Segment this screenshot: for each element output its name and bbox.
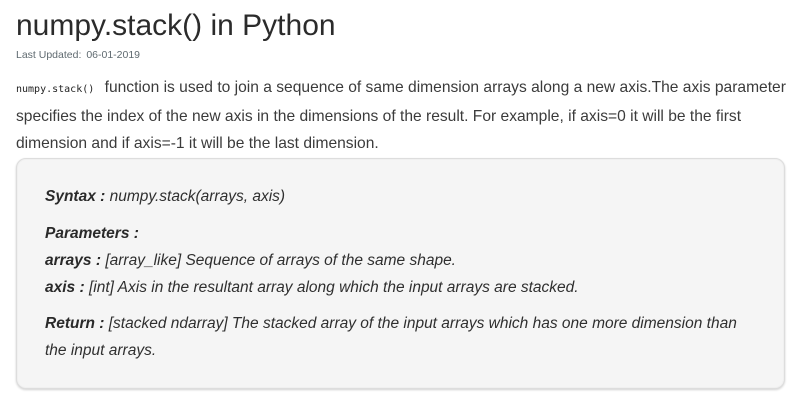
syntax-label: Syntax : xyxy=(45,188,106,205)
intro-text: function is used to join a sequence of s… xyxy=(16,79,786,152)
return-description: [stacked ndarray] The stacked array of t… xyxy=(45,315,737,359)
syntax-box: Syntax : numpy.stack(arrays, axis) Param… xyxy=(16,158,785,389)
parameter-arrays-description: [array_like] Sequence of arrays of the s… xyxy=(105,252,456,269)
syntax-line: Syntax : numpy.stack(arrays, axis) xyxy=(45,183,757,210)
page-title: numpy.stack() in Python xyxy=(16,9,336,42)
syntax-value: numpy.stack(arrays, axis) xyxy=(109,188,286,205)
parameters-label: Parameters : xyxy=(45,225,139,242)
article-page: numpy.stack() in Python Last Updated: 06… xyxy=(0,0,809,415)
parameters-heading: Parameters : xyxy=(45,220,757,247)
inline-code-function: numpy.stack() xyxy=(16,84,95,95)
last-updated-date: 06-01-2019 xyxy=(86,49,141,61)
last-updated-label: Last Updated: xyxy=(16,49,82,61)
return-line: Return : [stacked ndarray] The stacked a… xyxy=(45,310,759,364)
last-updated: Last Updated: 06-01-2019 xyxy=(16,49,793,62)
article-intro: numpy.stack() function is used to join a… xyxy=(16,74,792,157)
parameter-axis-label: axis : xyxy=(45,279,85,296)
parameter-axis: axis : [int] Axis in the resultant array… xyxy=(45,274,757,301)
parameter-arrays: arrays : [array_like] Sequence of arrays… xyxy=(45,247,757,274)
return-label: Return : xyxy=(45,315,105,332)
parameter-arrays-label: arrays : xyxy=(45,252,102,269)
parameter-axis-description: [int] Axis in the resultant array along … xyxy=(88,279,579,296)
